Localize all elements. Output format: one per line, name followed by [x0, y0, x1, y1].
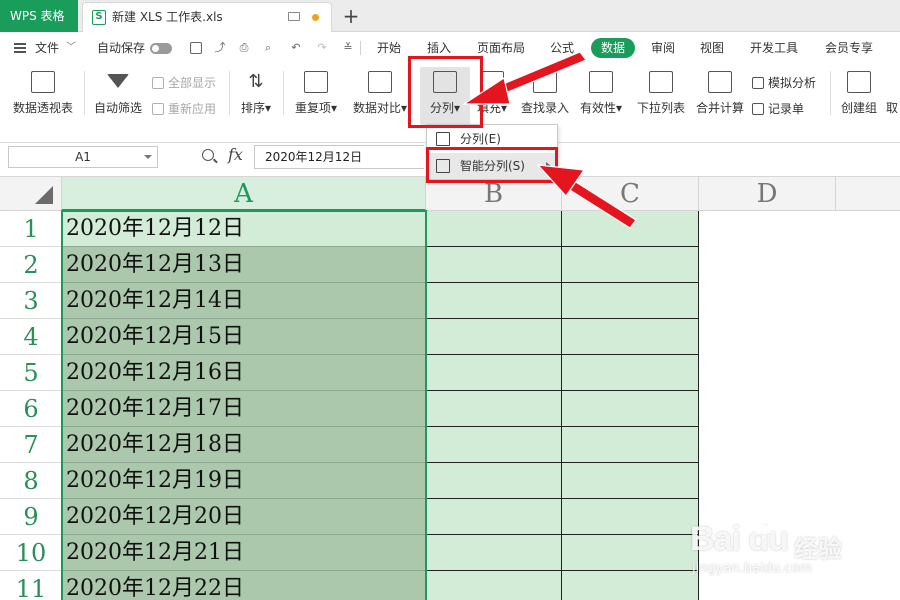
baidu-watermark: Bai du 经验 jingyan.baidu.com — [690, 504, 890, 585]
paw-icon — [748, 504, 779, 534]
arrow-to-smart-split-icon — [536, 164, 637, 229]
watermark-url: jingyan.baidu.com — [692, 561, 812, 576]
arrow-to-split-icon — [461, 51, 587, 105]
watermark-text: 经验 — [794, 535, 842, 563]
